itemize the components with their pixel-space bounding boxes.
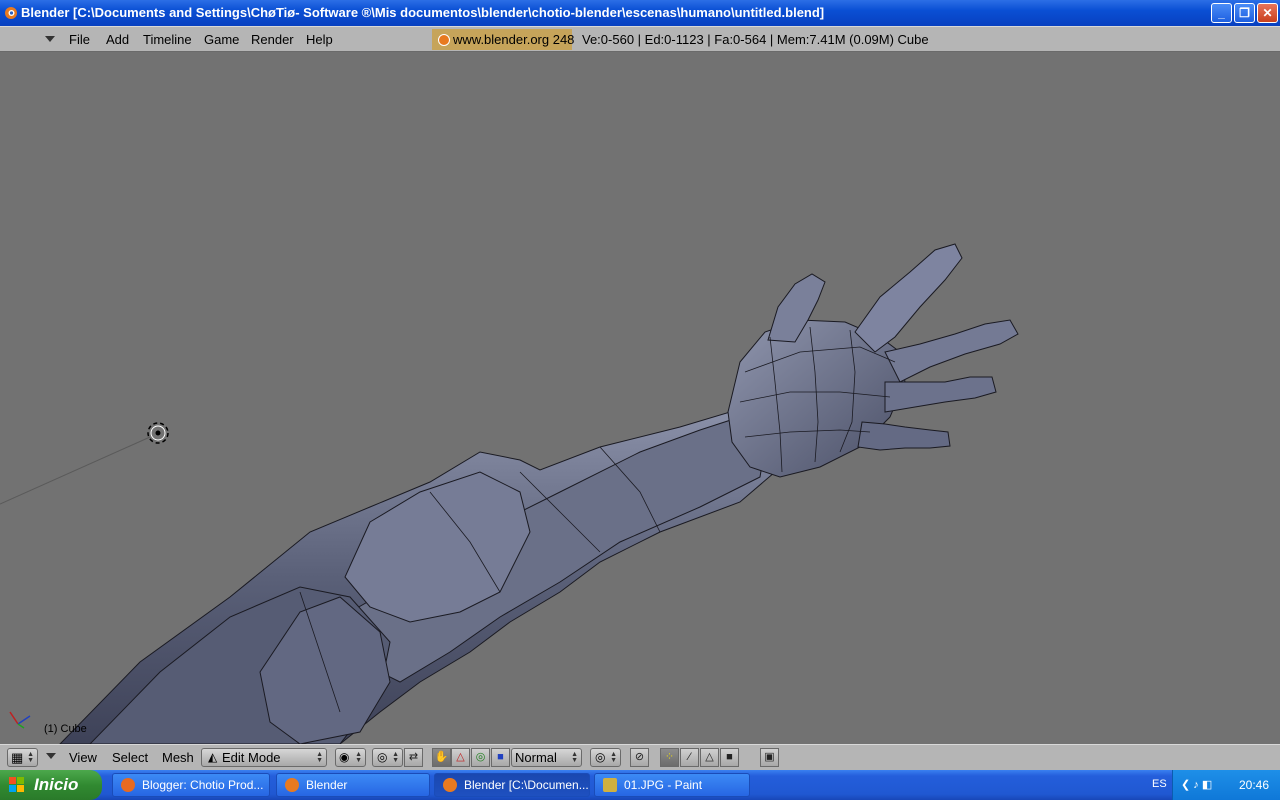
task-label: Blender [306,778,348,792]
task-label: Blogger: Chotio Prod... [142,778,264,792]
updown-icon: ▲ ▼ [392,751,399,764]
updown-icon: ▲ ▼ [610,751,617,764]
draw-type-select[interactable]: ◉ ▲ ▼ [335,748,366,767]
start-label: Inicio [34,775,79,794]
menu-game[interactable]: Game [204,32,239,47]
blender-logo-icon [438,34,450,46]
face-icon: △ [705,751,714,763]
proportional-edit-select[interactable]: ◎ ▲ ▼ [590,748,621,767]
menu-select[interactable]: Select [112,750,148,765]
orientation-label: Normal [515,750,557,765]
orientation-select[interactable]: Normal ▲ ▼ [511,748,582,767]
updown-icon: ▲ ▼ [316,751,323,764]
square-icon: ■ [497,751,504,763]
hand-icon: ✋ [434,751,449,763]
scene-stats: Ve:0-560 | Ed:0-1123 | Fa:0-564 | Mem:7.… [582,32,929,47]
blender-logo-icon [285,778,299,792]
vertex-icon: ⁘ [664,751,675,763]
blender-logo-icon [5,7,17,19]
tray-icons[interactable]: ❮ ♪ ◧ [1181,778,1212,791]
face-select-button[interactable]: △ [700,748,719,767]
link-icon: ⊘ [634,751,645,763]
mode-label: Edit Mode [222,750,281,765]
axis-gizmo-icon [9,711,31,729]
proportional-icon: ◎ [595,750,606,764]
render-preview-button[interactable]: ▣ [760,748,779,767]
start-button[interactable]: Inicio [0,770,102,800]
maximize-button[interactable]: ❐ [1234,3,1255,23]
windows-flag-icon [9,777,24,792]
active-object-label: (1) Cube [44,723,87,735]
view3d-header: ▦ ▲ ▼ View Select Mesh ◭ Edit Mode ▲ ▼ ◉ ▲… [0,744,1280,770]
close-button[interactable]: ✕ [1257,3,1278,23]
occlude-toggle-button[interactable]: ⊘ [630,748,649,767]
task-blender-file[interactable]: Blender [C:\Documen... [434,773,590,797]
minimize-button[interactable]: _ [1211,3,1232,23]
solid-shading-icon: ◉ [339,750,350,764]
system-tray: ❮ ♪ ◧ 20:46 [1172,770,1280,800]
edge-select-button[interactable]: ⁄ [680,748,699,767]
menu-help[interactable]: Help [306,32,333,47]
grid-icon: ▦ [11,750,24,765]
language-indicator[interactable]: ES [1152,778,1167,790]
window-titlebar[interactable]: Blender [C:\Documents and Settings\ChøTi… [0,0,1280,26]
limit-visible-button[interactable]: ■ [720,748,739,767]
menu-render[interactable]: Render [251,32,294,47]
edge-icon: ⁄ [688,751,691,763]
editor-type-select[interactable]: ▦ ▲ ▼ [7,748,38,767]
3d-viewport[interactable]: (1) Cube [0,52,1280,744]
info-header: File Add Timeline Game Render Help www.b… [0,26,1280,52]
updown-icon: ▲ ▼ [27,751,34,764]
task-paint[interactable]: 01.JPG - Paint [594,773,750,797]
task-blender[interactable]: Blender [276,773,430,797]
triangle-icon: △ [456,751,465,763]
render-icon: ▣ [764,751,775,763]
cube-icon: ■ [726,751,733,763]
scale-manipulator-button[interactable]: ◎ [471,748,490,767]
3d-cursor-icon [147,422,169,444]
header-collapse-icon[interactable] [46,753,56,759]
clock: 20:46 [1239,778,1270,792]
menu-add[interactable]: Add [106,32,129,47]
edit-mode-icon: ◭ [208,750,218,764]
translate-manipulator-button[interactable]: ✋ [432,748,451,767]
task-blogger[interactable]: Blogger: Chotio Prod... [112,773,270,797]
window-title: Blender [C:\Documents and Settings\ChøTi… [21,5,825,20]
manipulator-icon: ⇄ [408,751,419,763]
blender-logo-icon [443,778,457,792]
menu-view[interactable]: View [69,750,97,765]
mode-select[interactable]: ◭ Edit Mode ▲ ▼ [201,748,327,767]
taskbar: Inicio Blogger: Chotio Prod... Blender B… [0,770,1280,800]
updown-icon: ▲ ▼ [355,751,362,764]
pivot-select[interactable]: ◎ ▲ ▼ [372,748,403,767]
menu-file[interactable]: File [69,32,90,47]
rotate-manipulator-button[interactable]: △ [451,748,470,767]
version-text: www.blender.org 248 [453,32,575,47]
firefox-icon [121,778,135,792]
updown-icon: ▲ ▼ [571,751,578,764]
mesh-render [0,243,1019,744]
header-collapse-icon[interactable] [45,36,55,42]
widget-toggle-button[interactable]: ⇄ [404,748,423,767]
paint-icon [603,778,617,792]
pivot-icon: ◎ [377,750,388,764]
task-label: 01.JPG - Paint [624,778,703,792]
blender-version-badge: www.blender.org 248 [432,29,575,50]
task-label: Blender [C:\Documen... [464,778,589,792]
menu-timeline[interactable]: Timeline [143,32,192,47]
menu-mesh[interactable]: Mesh [162,750,194,765]
circle-icon: ◎ [475,751,486,763]
square-manipulator-button[interactable]: ■ [491,748,510,767]
vertex-select-button[interactable]: ⁘ [660,748,679,767]
